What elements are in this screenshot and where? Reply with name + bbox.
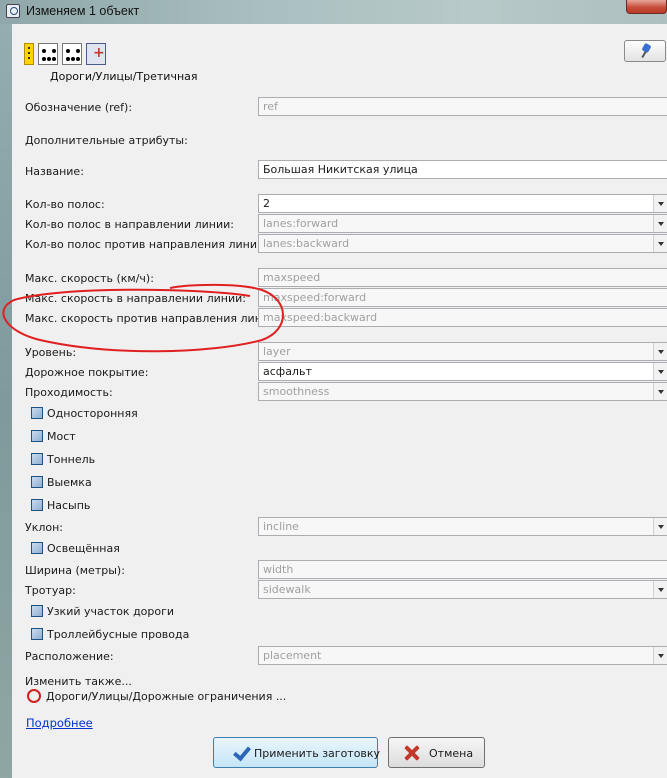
surface-value: асфальт	[263, 365, 312, 378]
trolley-wire-label: Троллейбусные провода	[47, 628, 190, 641]
lanes-value: 2	[263, 197, 270, 210]
lanes-backward-select[interactable]: lanes:backward	[258, 234, 667, 253]
node-points-icon[interactable]	[38, 43, 58, 65]
chevron-down-icon[interactable]	[653, 215, 667, 232]
node-points-icon-2[interactable]	[62, 43, 82, 65]
sidewalk-value: sidewalk	[263, 583, 311, 596]
checkmark-icon	[232, 744, 250, 762]
window-title: Изменяем 1 объект	[26, 4, 140, 18]
smoothness-value: smoothness	[263, 385, 330, 398]
bridge-label: Мост	[47, 430, 76, 443]
close-icon	[403, 744, 421, 762]
tunnel-checkbox[interactable]	[31, 453, 43, 465]
tunnel-label: Тоннель	[47, 453, 96, 466]
smoothness-label: Проходимость:	[25, 386, 113, 399]
preset-path: Дороги/Улицы/Третичная	[50, 70, 198, 83]
layer-select[interactable]: layer	[258, 342, 667, 361]
extra-attributes-heading: Дополнительные атрибуты:	[25, 134, 188, 147]
chevron-down-icon[interactable]	[653, 383, 667, 400]
ref-input[interactable]: ref	[258, 97, 667, 116]
chevron-down-icon[interactable]	[653, 363, 667, 380]
oneway-label: Односторонняя	[47, 407, 138, 420]
chevron-down-icon[interactable]	[653, 581, 667, 598]
pin-button[interactable]	[624, 40, 666, 62]
placement-select[interactable]: placement	[258, 646, 667, 665]
oneway-checkbox[interactable]	[31, 407, 43, 419]
maxspeed-input[interactable]: maxspeed	[258, 268, 667, 287]
cutting-label: Выемка	[47, 476, 92, 489]
embankment-checkbox[interactable]	[31, 499, 43, 511]
tag-editor-panel: Дороги/Улицы/Третичная Обозначение (ref)…	[12, 24, 667, 778]
more-link[interactable]: Подробнее	[26, 716, 93, 730]
close-button[interactable]	[626, 0, 667, 14]
lanes-label: Кол-во полос:	[25, 198, 105, 211]
apply-preset-button[interactable]: Применить заготовку	[213, 737, 381, 768]
name-label: Название:	[25, 165, 84, 178]
road-line-icon[interactable]	[24, 43, 34, 65]
maxspeed-backward-label: Макс. скорость против направления линии:	[25, 312, 280, 325]
maxspeed-backward-input[interactable]: maxspeed:backward	[258, 308, 667, 327]
lanes-backward-value: lanes:backward	[263, 237, 350, 250]
bridge-checkbox[interactable]	[31, 430, 43, 442]
lit-label: Освещённая	[47, 542, 120, 555]
lanes-select[interactable]: 2	[258, 194, 667, 213]
apply-button-label: Применить заготовку	[254, 747, 381, 760]
preset-toolbar	[24, 43, 106, 67]
chevron-down-icon[interactable]	[653, 518, 667, 535]
also-change-item[interactable]: Дороги/Улицы/Дорожные ограничения ...	[46, 690, 286, 703]
lanes-forward-label: Кол-во полос в направлении линии:	[25, 218, 234, 231]
lanes-backward-label: Кол-во полос против направления линии:	[25, 238, 268, 251]
also-change-heading: Изменить также...	[25, 675, 132, 688]
add-preset-icon[interactable]	[86, 43, 106, 65]
layer-value: layer	[263, 345, 291, 358]
placement-label: Расположение:	[25, 650, 114, 663]
width-label: Ширина (метры):	[25, 564, 125, 577]
chevron-down-icon[interactable]	[653, 195, 667, 212]
name-input[interactable]: Большая Никитская улица	[258, 160, 667, 179]
incline-select[interactable]: incline	[258, 517, 667, 536]
narrow-checkbox[interactable]	[31, 605, 43, 617]
incline-label: Уклон:	[25, 521, 64, 534]
narrow-label: Узкий участок дороги	[47, 605, 175, 618]
cutting-checkbox[interactable]	[31, 476, 43, 488]
background-strip	[0, 24, 12, 778]
layer-label: Уровень:	[25, 346, 77, 359]
maxspeed-label: Макс. скорость (км/ч):	[25, 272, 154, 285]
lit-checkbox[interactable]	[31, 542, 43, 554]
surface-select[interactable]: асфальт	[258, 362, 667, 381]
lanes-forward-value: lanes:forward	[263, 217, 339, 230]
incline-value: incline	[263, 520, 299, 533]
surface-label: Дорожное покрытие:	[25, 366, 149, 379]
cancel-button[interactable]: Отмена	[388, 737, 485, 768]
trolley-wire-checkbox[interactable]	[31, 628, 43, 640]
chevron-down-icon[interactable]	[653, 647, 667, 664]
app-icon	[6, 4, 20, 18]
sidewalk-select[interactable]: sidewalk	[258, 580, 667, 599]
sidewalk-label: Тротуар:	[25, 584, 76, 597]
width-input[interactable]: width	[258, 560, 667, 579]
radio-circle-icon[interactable]	[27, 689, 41, 703]
smoothness-select[interactable]: smoothness	[258, 382, 667, 401]
maxspeed-forward-label: Макс. скорость в направлении линии:	[25, 292, 246, 305]
chevron-down-icon[interactable]	[653, 343, 667, 360]
embankment-label: Насыпь	[47, 499, 91, 512]
title-bar: Изменяем 1 объект	[0, 0, 667, 24]
pin-icon	[641, 44, 651, 58]
lanes-forward-select[interactable]: lanes:forward	[258, 214, 667, 233]
maxspeed-forward-input[interactable]: maxspeed:forward	[258, 288, 667, 307]
ref-label: Обозначение (ref):	[25, 101, 133, 114]
placement-value: placement	[263, 649, 322, 662]
chevron-down-icon[interactable]	[653, 235, 667, 252]
cancel-button-label: Отмена	[429, 747, 474, 760]
